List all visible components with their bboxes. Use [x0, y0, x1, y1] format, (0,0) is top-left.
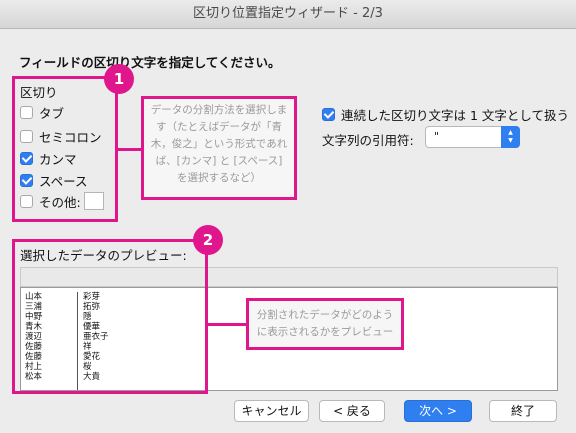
select-arrows-icon: ▲ ▼	[501, 126, 520, 148]
annotation-connector-1	[118, 148, 143, 151]
finish-button[interactable]: 終了	[489, 400, 557, 422]
consecutive-checkbox-row[interactable]: 連続した区切り文字は 1 文字として扱う	[322, 106, 570, 123]
annotation-callout-1: データの分割方法を選択します（たとえばデータが「青木，俊之」という形式であれば、…	[141, 96, 297, 200]
next-button[interactable]: 次へ >	[404, 400, 472, 422]
consecutive-label: 連続した区切り文字は 1 文字として扱う	[341, 107, 570, 123]
preview-highlight-box	[12, 239, 208, 394]
text-qualifier-value: "	[434, 130, 440, 143]
text-qualifier-label: 文字列の引用符:	[322, 133, 414, 148]
text-qualifier-select[interactable]: " ▲ ▼	[425, 126, 520, 148]
consecutive-checkbox[interactable]	[322, 107, 335, 121]
cancel-button[interactable]: キャンセル	[234, 400, 309, 422]
back-button[interactable]: < 戻る	[319, 400, 385, 422]
annotation-connector-2	[208, 323, 248, 326]
annotation-badge-2: 2	[193, 225, 223, 255]
delimiters-highlight-box	[12, 76, 118, 222]
annotation-badge-1: 1	[104, 64, 134, 94]
window-title: 区切り位置指定ウィザード - 2/3	[0, 0, 576, 29]
annotation-callout-2: 分割されたデータがどのように表示されるかをプレビュー	[246, 298, 404, 350]
instruction-text: フィールドの区切り文字を指定してください。	[19, 55, 281, 70]
